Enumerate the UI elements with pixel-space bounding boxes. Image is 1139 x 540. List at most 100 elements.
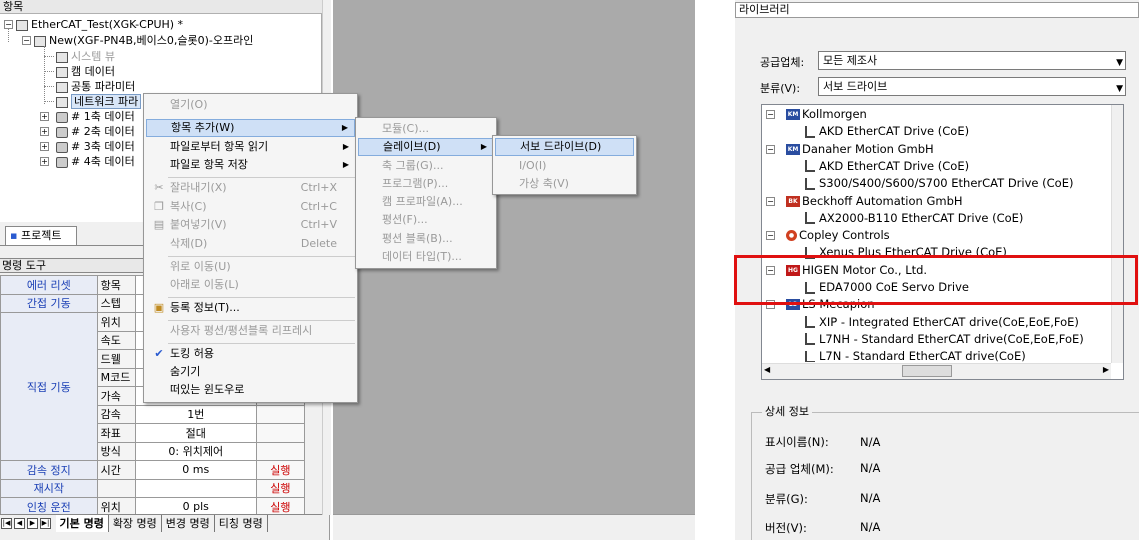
menu-item-hide[interactable]: 숨기기 bbox=[146, 363, 355, 381]
tab-extended-command[interactable]: 확장 명령 bbox=[109, 515, 162, 532]
drive-icon bbox=[805, 160, 815, 173]
project-tab-icon: ▪ bbox=[10, 229, 18, 242]
command-group-label[interactable]: 감속 정지 bbox=[0, 460, 98, 480]
command-tabs: |◀ ◀ ▶ ▶| 기본 명령 확장 명령 변경 명령 티칭 명령 bbox=[0, 514, 322, 532]
menu-item-virtual-axis[interactable]: 가상 축(V) bbox=[495, 175, 634, 193]
tree-item-system-view[interactable]: 시스템 뷰 bbox=[56, 49, 115, 64]
menu-item-add-item[interactable]: 항목 추가(W) ▶ bbox=[146, 119, 355, 137]
library-drive-item[interactable]: L7NH - Standard EtherCAT drive(CoE,EoE,F… bbox=[805, 331, 1084, 348]
tree-item-cam-data[interactable]: 캠 데이터 bbox=[56, 64, 115, 79]
command-field-value[interactable]: 1번 bbox=[134, 404, 257, 424]
tree-item-axis4[interactable]: # 4축 데이터 bbox=[56, 154, 135, 169]
axis-icon bbox=[56, 126, 68, 138]
menu-item-program[interactable]: 프로그램(P)... bbox=[358, 175, 494, 193]
display-name-value: N/A bbox=[860, 435, 881, 449]
menu-item-data-type[interactable]: 데이터 타입(T)... bbox=[358, 248, 494, 266]
library-drive-item[interactable]: XIP - Integrated EtherCAT drive(CoE,EoE,… bbox=[805, 314, 1079, 331]
library-company[interactable]: ● Copley Controls bbox=[786, 227, 890, 244]
tab-project[interactable]: ▪ 프로젝트 bbox=[5, 226, 77, 246]
menu-item-cut[interactable]: ✂ 잘라내기(X) Ctrl+X bbox=[146, 179, 355, 197]
menu-item-module[interactable]: 모듈(C)... bbox=[358, 120, 494, 138]
tree-item-axis2[interactable]: # 2축 데이터 bbox=[56, 124, 135, 139]
expand-toggle[interactable]: + bbox=[40, 157, 49, 166]
menu-item-properties[interactable]: ▣ 등록 정보(T)... bbox=[146, 299, 355, 317]
collapse-toggle[interactable]: − bbox=[22, 36, 31, 45]
first-tab-icon[interactable]: |◀ bbox=[1, 518, 12, 529]
command-field-value[interactable]: 0 ms bbox=[134, 460, 257, 480]
run-button[interactable]: 실행 bbox=[255, 460, 306, 480]
tree-item-common-param[interactable]: 공통 파라미터 bbox=[56, 79, 135, 94]
command-field-label bbox=[96, 478, 136, 498]
collapse-toggle[interactable]: − bbox=[766, 110, 775, 119]
menu-item-read-from-file[interactable]: 파일로부터 항목 읽기 ▶ bbox=[146, 138, 355, 156]
library-company[interactable]: KM Danaher Motion GmbH bbox=[786, 141, 934, 158]
vendor-detail-label: 공급 업체(M): bbox=[765, 462, 834, 476]
category-select[interactable]: 서보 드라이브 ▼ bbox=[818, 77, 1126, 96]
run-button[interactable] bbox=[255, 441, 306, 461]
library-company[interactable]: KM Kollmorgen bbox=[786, 106, 867, 123]
expand-toggle[interactable]: + bbox=[40, 127, 49, 136]
library-drive-item[interactable]: AKD EtherCAT Drive (CoE) bbox=[805, 158, 969, 175]
scroll-left-icon[interactable]: ◀ bbox=[764, 365, 770, 374]
menu-item-slave[interactable]: 슬레이브(D) ▶ bbox=[358, 138, 494, 156]
tree-item-root[interactable]: EtherCAT_Test(XGK-CPUH) * bbox=[16, 17, 183, 32]
command-field-label: 가속 bbox=[96, 386, 136, 406]
menu-item-allow-docking[interactable]: ✔ 도킹 허용 bbox=[146, 345, 355, 363]
menu-item-cam-profile[interactable]: 캠 프로파일(A)... bbox=[358, 193, 494, 211]
tab-teaching-command[interactable]: 티칭 명령 bbox=[215, 515, 268, 532]
menu-item-move-down[interactable]: 아래로 이동(L) bbox=[146, 276, 355, 294]
command-field-value[interactable]: 절대 bbox=[134, 423, 257, 443]
menu-item-save-to-file[interactable]: 파일로 항목 저장 ▶ bbox=[146, 156, 355, 174]
command-group-label[interactable]: 재시작 bbox=[0, 478, 98, 498]
command-group-label[interactable]: 에러 리셋 bbox=[0, 275, 98, 295]
menu-item-move-up[interactable]: 위로 이동(U) bbox=[146, 258, 355, 276]
display-name-label: 표시이름(N): bbox=[765, 435, 829, 449]
menu-item-paste[interactable]: ▤ 붙여넣기(V) Ctrl+V bbox=[146, 216, 355, 234]
command-field-label: 항목 bbox=[96, 275, 136, 295]
menu-item-delete[interactable]: 삭제(D) Delete bbox=[146, 235, 355, 253]
scroll-right-icon[interactable]: ▶ bbox=[1103, 365, 1109, 374]
tree-item-axis1[interactable]: # 1축 데이터 bbox=[56, 109, 135, 124]
collapse-toggle[interactable]: − bbox=[766, 144, 775, 154]
run-button[interactable] bbox=[255, 423, 306, 443]
menu-item-copy[interactable]: ❐ 복사(C) Ctrl+C bbox=[146, 198, 355, 216]
menu-item-io[interactable]: I/O(I) bbox=[495, 157, 634, 175]
tree-item-axis3[interactable]: # 3축 데이터 bbox=[56, 139, 135, 154]
next-tab-icon[interactable]: ▶ bbox=[27, 518, 38, 529]
library-tree-vscroll[interactable] bbox=[1111, 105, 1123, 363]
axis-icon bbox=[56, 141, 68, 153]
menu-item-function[interactable]: 평션(F)... bbox=[358, 211, 494, 229]
expand-toggle[interactable]: + bbox=[40, 112, 49, 121]
prev-tab-icon[interactable]: ◀ bbox=[14, 518, 25, 529]
category-detail-value: N/A bbox=[860, 491, 881, 505]
menu-item-float-window[interactable]: 떠있는 윈도우로 bbox=[146, 381, 355, 399]
command-field-value[interactable]: 0: 위치제어 bbox=[134, 441, 257, 461]
collapse-toggle[interactable]: − bbox=[766, 196, 775, 206]
tree-item-module[interactable]: New(XGF-PN4B,베이스0,슬롯0)-오프라인 bbox=[34, 33, 253, 48]
command-group-label[interactable]: 직접 기동 bbox=[0, 312, 98, 461]
vendor-select[interactable]: 모든 제조사 ▼ bbox=[818, 51, 1126, 70]
last-tab-icon[interactable]: ▶| bbox=[40, 518, 51, 529]
menu-item-open[interactable]: 열기(O) bbox=[146, 96, 355, 114]
menu-item-refresh-functions[interactable]: 사용자 평션/평션블록 리프레시 bbox=[146, 322, 355, 340]
library-company[interactable]: BK Beckhoff Automation GmbH bbox=[786, 193, 963, 210]
tab-basic-command[interactable]: 기본 명령 bbox=[55, 515, 109, 532]
menu-item-axis-group[interactable]: 축 그룹(G)... bbox=[358, 157, 494, 175]
hscroll-thumb[interactable] bbox=[902, 365, 952, 377]
run-button[interactable] bbox=[255, 404, 306, 424]
command-field-value[interactable] bbox=[134, 478, 257, 498]
collapse-toggle[interactable]: − bbox=[766, 231, 775, 241]
tree-item-network-param[interactable]: 네트워크 파라 bbox=[56, 94, 142, 109]
library-tree-hscroll[interactable]: ◀ ▶ bbox=[762, 363, 1111, 379]
library-drive-item[interactable]: AKD EtherCAT Drive (CoE) bbox=[805, 123, 969, 140]
submenu-arrow-icon: ▶ bbox=[480, 142, 487, 151]
menu-item-servo-drive[interactable]: 서보 드라이브(D) bbox=[495, 138, 634, 156]
collapse-toggle[interactable]: − bbox=[4, 20, 13, 29]
run-button[interactable]: 실행 bbox=[255, 478, 306, 498]
library-drive-item[interactable]: S300/S400/S600/S700 EtherCAT Drive (CoE) bbox=[805, 175, 1073, 192]
command-group-label[interactable]: 간접 기동 bbox=[0, 293, 98, 313]
library-drive-item[interactable]: AX2000-B110 EtherCAT Drive (CoE) bbox=[805, 210, 1023, 227]
expand-toggle[interactable]: + bbox=[40, 142, 49, 151]
tab-change-command[interactable]: 변경 명령 bbox=[162, 515, 215, 532]
menu-item-function-block[interactable]: 평션 블록(B)... bbox=[358, 230, 494, 248]
